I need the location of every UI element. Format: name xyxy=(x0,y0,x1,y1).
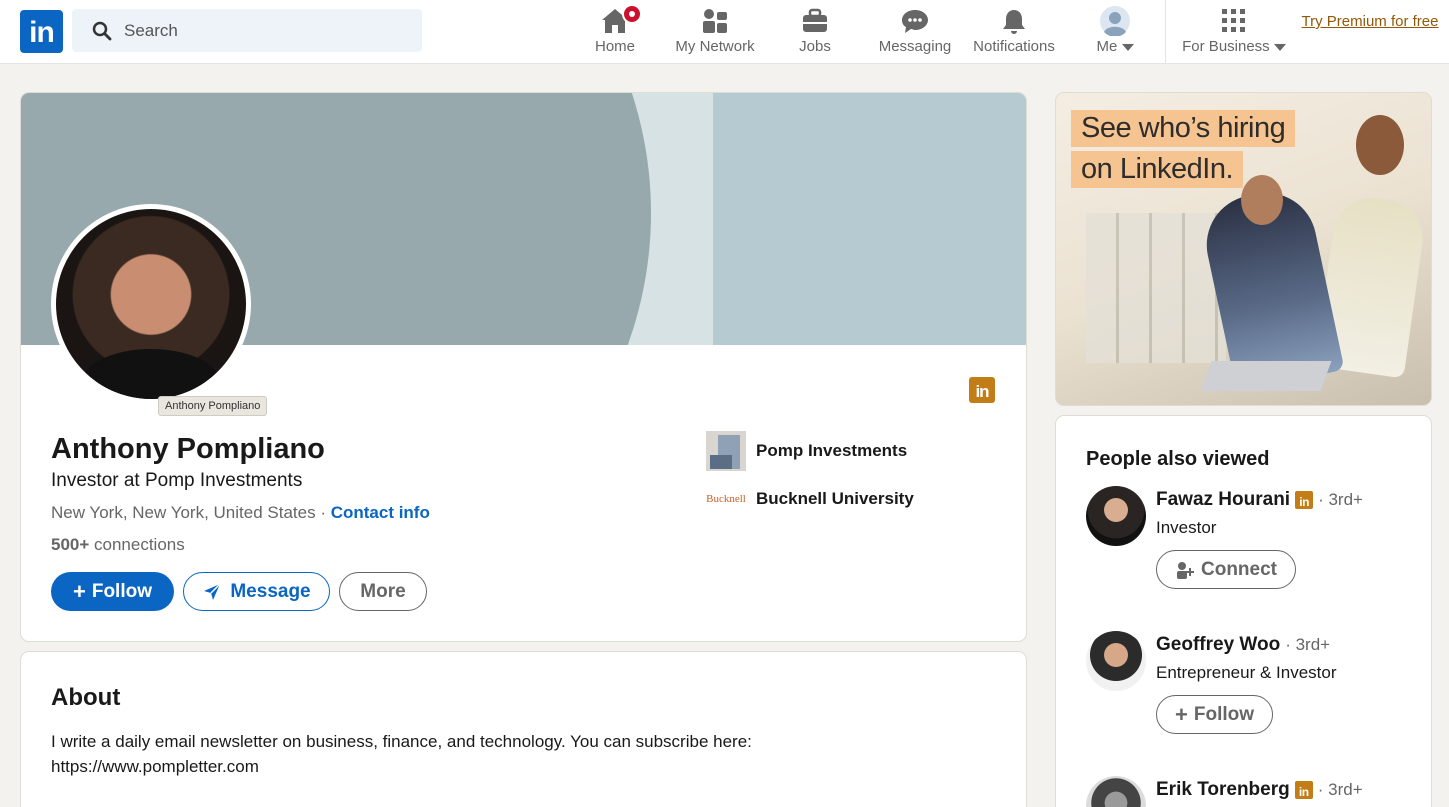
education-school[interactable]: Bucknell Bucknell University xyxy=(706,479,914,519)
profile-card: Anthony Pompliano in Anthony Pompliano I… xyxy=(20,92,1027,642)
about-text-line: I write a daily email newsletter on busi… xyxy=(51,732,752,751)
connect-button[interactable]: Connect xyxy=(1156,550,1296,589)
person-name[interactable]: Erik Torenberg xyxy=(1156,779,1290,801)
avatar[interactable] xyxy=(1086,486,1146,546)
person-title: Entrepreneur & Investor xyxy=(1156,663,1337,682)
me-label: Me xyxy=(1096,38,1118,55)
follow-person-button[interactable]: + Follow xyxy=(1156,695,1274,734)
linkedin-badge-icon: in xyxy=(969,377,995,403)
plus-icon: + xyxy=(72,578,86,604)
about-title: About xyxy=(51,684,121,711)
nav-jobs[interactable]: Jobs xyxy=(790,4,840,60)
nav-my-network[interactable]: My Network xyxy=(668,4,762,60)
try-premium-link[interactable]: Try Premium for free xyxy=(1300,10,1440,33)
send-icon xyxy=(204,582,221,600)
hiring-ad[interactable]: See who’s hiring on LinkedIn. xyxy=(1055,92,1432,406)
photo-tooltip: Anthony Pompliano xyxy=(158,396,268,416)
avatar[interactable] xyxy=(1086,631,1146,691)
avatar-icon xyxy=(1100,6,1130,36)
nav-for-business[interactable]: For Business xyxy=(1176,4,1292,60)
about-link[interactable]: https://www.pompletter.com xyxy=(51,754,951,779)
chevron-down-icon xyxy=(1273,43,1286,51)
ad-image-person-head xyxy=(1356,115,1404,175)
nav-label: Notifications xyxy=(973,38,1055,55)
company-name: Pomp Investments xyxy=(756,441,908,460)
nav-label: For Business xyxy=(1182,38,1286,55)
connection-degree: · 3rd+ xyxy=(1285,635,1331,654)
add-person-icon xyxy=(1177,561,1194,579)
search-icon xyxy=(92,21,112,40)
pav-title: People also viewed xyxy=(1086,448,1270,470)
profile-location-row: New York, New York, United States · Cont… xyxy=(51,503,430,523)
messaging-icon xyxy=(902,10,928,33)
nav-label: Messaging xyxy=(878,38,952,55)
nav-home[interactable]: Home xyxy=(584,4,646,60)
ad-image-person-head xyxy=(1241,175,1283,225)
company-logo-icon xyxy=(706,431,746,471)
connections-count: 500+ xyxy=(51,535,90,554)
grid-icon xyxy=(1222,9,1245,32)
profile-location: New York, New York, United States xyxy=(51,503,316,522)
location-separator: · xyxy=(315,503,331,522)
person-name-row: Fawaz Hourani in · 3rd+ xyxy=(1156,489,1363,511)
list-item: Geoffrey Woo · 3rd+ Entrepreneur & Inves… xyxy=(1086,631,1426,741)
about-text: I write a daily email newsletter on busi… xyxy=(51,729,951,779)
profile-headline: Investor at Pomp Investments xyxy=(51,470,303,491)
nav-label: Me xyxy=(1096,38,1134,55)
school-logo: Bucknell xyxy=(706,493,746,505)
follow-button[interactable]: + Follow xyxy=(51,572,174,611)
search-box[interactable] xyxy=(72,9,422,52)
nav-label: My Network xyxy=(675,38,755,55)
top-nav: in Home My Network Jobs Messaging Notifi xyxy=(0,0,1449,64)
profile-name: Anthony Pompliano xyxy=(51,433,325,465)
school-name: Bucknell University xyxy=(756,489,914,508)
search-input[interactable] xyxy=(124,20,404,41)
profile-photo-shirt xyxy=(81,349,221,399)
about-card: About I write a daily email newsletter o… xyxy=(20,651,1027,807)
ad-headline-line1: See who’s hiring xyxy=(1071,110,1296,147)
connect-label: Connect xyxy=(1201,558,1277,580)
nav-divider xyxy=(1165,0,1166,64)
message-label: Message xyxy=(230,580,311,602)
chevron-down-icon xyxy=(1121,43,1134,51)
people-also-viewed: People also viewed Fawaz Hourani in · 3r… xyxy=(1055,415,1432,807)
linkedin-logo[interactable]: in xyxy=(20,10,63,53)
person-name[interactable]: Geoffrey Woo xyxy=(1156,634,1280,656)
message-button[interactable]: Message xyxy=(183,572,330,611)
connection-degree: · 3rd+ xyxy=(1317,780,1363,799)
linkedin-premium-icon: in xyxy=(1295,491,1314,509)
briefcase-icon xyxy=(803,8,827,32)
more-button[interactable]: More xyxy=(339,572,427,611)
nav-label: Home xyxy=(594,38,635,55)
connection-degree: · 3rd+ xyxy=(1318,490,1363,509)
bell-icon xyxy=(1003,10,1025,34)
for-business-label: For Business xyxy=(1182,38,1270,55)
profile-photo[interactable] xyxy=(51,204,251,404)
profile-photo-image xyxy=(56,209,246,399)
person-name-row: Geoffrey Woo · 3rd+ xyxy=(1156,634,1330,656)
follow-label: Follow xyxy=(1193,703,1255,725)
network-icon xyxy=(703,9,727,33)
follow-label: Follow xyxy=(91,580,152,602)
list-item: Fawaz Hourani in · 3rd+ Investor Connect xyxy=(1086,486,1426,596)
nav-label: Jobs xyxy=(799,38,831,55)
nav-notifications[interactable]: Notifications xyxy=(966,4,1062,60)
ad-image-window xyxy=(1086,213,1226,363)
ad-headline-line2: on LinkedIn. xyxy=(1071,151,1244,188)
ad-image-laptop xyxy=(1200,361,1332,391)
avatar[interactable] xyxy=(1086,776,1146,807)
nav-me[interactable]: Me xyxy=(1090,4,1140,60)
person-title: Investor xyxy=(1156,518,1217,537)
connections-label: connections xyxy=(89,535,185,554)
current-company[interactable]: Pomp Investments xyxy=(706,431,907,471)
person-name[interactable]: Fawaz Hourani xyxy=(1156,489,1290,511)
list-item: Erik Torenberg in · 3rd+ xyxy=(1086,776,1426,807)
contact-info-link[interactable]: Contact info xyxy=(331,503,430,522)
person-name-row: Erik Torenberg in · 3rd+ xyxy=(1156,779,1363,801)
notification-dot xyxy=(622,4,642,24)
nav-messaging[interactable]: Messaging xyxy=(872,4,958,60)
connections-row: 500+ connections xyxy=(51,535,185,555)
plus-icon: + xyxy=(1175,701,1188,727)
linkedin-premium-icon: in xyxy=(1294,781,1313,799)
